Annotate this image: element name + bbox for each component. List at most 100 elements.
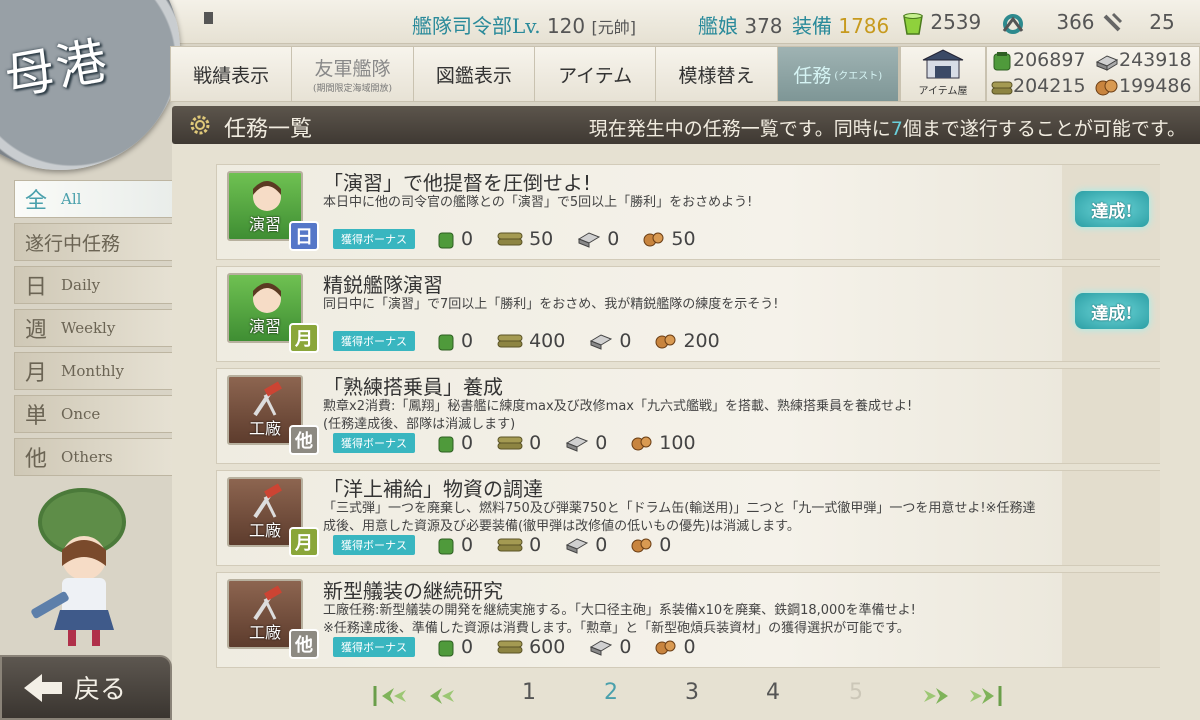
page-5[interactable]: 5 [849,680,863,705]
status-bar: 艦隊司令部Lv. 120 [元帥] 艦娘 378 装備 1786 2539 36… [0,0,1200,44]
complete-button[interactable]: 達成! [1075,293,1149,329]
complete-button[interactable]: 達成! [1075,191,1149,227]
frequency-tag: 他 [289,629,319,659]
bonus-badge: 獲得ボーナス [333,433,415,453]
tab-picture-book[interactable]: 図鑑表示 [413,47,535,101]
back-button[interactable]: 戻る [0,655,172,720]
dev-material-count: 366 25 [1000,10,1175,37]
frequency-tag: 他 [289,425,319,455]
fuel-icon [438,538,454,555]
bucket-count: 2539 [902,10,981,36]
last-page-icon[interactable] [964,682,1004,710]
prev-page-icon[interactable] [424,682,464,710]
quest-row[interactable]: 演習 日 「演習」で他提督を圧倒せよ! 本日中に他の司令官の艦隊との「演習」で5… [216,164,1160,260]
reward-steel: 0 [589,636,631,658]
ammo-icon [497,538,523,552]
reward-bauxite: 200 [655,330,720,352]
steel-icon [590,640,613,656]
reward-row: 獲得ボーナス 0 400 0 200 [333,329,744,353]
fuel-icon [438,640,454,657]
quest-title: 新型艤装の継続研究 [323,579,503,603]
reward-fuel: 0 [437,636,473,658]
quest-row[interactable]: 工廠 他 「熟練搭乗員」養成 勲章x2消費:「鳳翔」秘書艦に練度max及び改修m… [216,368,1160,464]
tab-quests[interactable]: 任務 (クエスト) [777,47,899,101]
tab-friend-fleet[interactable]: 友軍艦隊 (期間限定海域開放) [292,47,414,101]
bauxite-icon [655,334,676,349]
filter-in-progress[interactable]: 遂行中任務 [14,223,174,261]
reward-bauxite: 100 [631,432,696,454]
quest-list: 演習 日 「演習」で他提督を圧倒せよ! 本日中に他の司令官の艦隊との「演習」で5… [172,144,1200,720]
reward-ammo: 400 [497,330,565,352]
secretary-ship-girl[interactable] [20,470,160,650]
page-1[interactable]: 1 [522,680,536,705]
frequency-tag: 日 [289,221,319,251]
bauxite-resource: 199486 [1095,75,1192,98]
bonus-badge: 獲得ボーナス [333,331,415,351]
ammo-icon [497,232,523,246]
page-3[interactable]: 3 [685,680,699,705]
bauxite-icon [655,640,676,655]
item-shop-button[interactable]: アイテム屋 [900,46,986,102]
reward-ammo: 0 [497,432,541,454]
bauxite-icon [631,538,652,553]
reward-steel: 0 [565,432,607,454]
ammo-icon [497,334,523,348]
status-mark [204,12,213,24]
ammo-resource: 204215 [991,75,1086,98]
quest-row[interactable]: 工廠 月 「洋上補給」物資の調達 「三式弾」一つを廃棄し、燃料750及び弾薬75… [216,470,1160,566]
reward-bauxite: 0 [655,636,696,658]
tab-furniture[interactable]: 模様替え [656,47,778,101]
frequency-tag: 月 [289,527,319,557]
frequency-tag: 月 [289,323,319,353]
section-title: 任務一覧 [224,117,313,142]
hq-level-value: 120 [546,14,586,38]
section-description: 現在発生中の任務一覧です。同時に7個まで遂行することが可能です。 [588,118,1186,140]
reward-ammo: 50 [497,228,553,250]
steel-icon [578,232,601,248]
reward-steel: 0 [565,534,607,556]
reward-fuel: 0 [437,228,473,250]
steel-icon [566,538,589,554]
bonus-badge: 獲得ボーナス [333,229,415,249]
next-page-icon[interactable] [914,682,954,710]
port-title: 母港 [0,31,113,107]
section-header: 任務一覧 現在発生中の任務一覧です。同時に7個まで遂行することが可能です。 [172,106,1200,144]
quest-title: 「演習」で他提督を圧倒せよ! [323,171,592,195]
gear-icon [190,115,210,135]
reward-steel: 0 [577,228,619,250]
ammo-icon [497,436,523,450]
bauxite-icon [1095,79,1118,95]
reward-ammo: 600 [497,636,565,658]
fuel-icon [438,334,454,351]
steel-icon [1095,54,1119,71]
filter-once[interactable]: 単 Once [14,395,174,433]
reward-fuel: 0 [437,534,473,556]
tab-items[interactable]: アイテム [534,47,657,101]
first-page-icon[interactable] [372,682,412,710]
reward-steel: 0 [589,330,631,352]
page-4[interactable]: 4 [766,680,780,705]
quest-title: 「熟練搭乗員」養成 [323,375,503,399]
quest-filter-sidebar: 全 All 遂行中任務 日 Daily 週 Weekly 月 Monthly 単… [14,180,174,481]
filter-weekly[interactable]: 週 Weekly [14,309,174,347]
dev-material-icon [1002,13,1024,34]
quest-row[interactable]: 工廠 他 新型艤装の継続研究 工廠任務:新型艤装の開発を継続実施する。「大口径主… [216,572,1160,668]
reward-row: 獲得ボーナス 0 50 0 50 [333,227,720,251]
reward-row: 獲得ボーナス 0 600 0 0 [333,635,720,659]
ammo-icon [991,81,1013,94]
screw-icon [1103,12,1122,31]
quest-description: 同日中に「演習」で7回以上「勝利」をおさめ、我が精鋭艦隊の練度を示そう! [323,297,779,312]
reward-fuel: 0 [437,432,473,454]
fuel-resource: 206897 [991,49,1086,72]
quest-row[interactable]: 演習 月 精鋭艦隊演習 同日中に「演習」で7回以上「勝利」をおさめ、我が精鋭艦隊… [216,266,1160,362]
filter-monthly[interactable]: 月 Monthly [14,352,174,390]
filter-daily[interactable]: 日 Daily [14,266,174,304]
page-2[interactable]: 2 [604,680,618,705]
tab-record[interactable]: 戦績表示 [171,47,293,101]
equipment-count: 装備 1786 [792,14,890,38]
reward-row: 獲得ボーナス 0 0 0 100 [333,431,720,455]
quest-description: 工廠任務:新型艤装の開発を継続実施する。「大口径主砲」系装備x10を廃棄、鉄鋼1… [323,603,916,636]
filter-all[interactable]: 全 All [14,180,174,218]
quest-title: 精鋭艦隊演習 [323,273,443,297]
quest-description: 本日中に他の司令官の艦隊との「演習」で5回以上「勝利」をおさめよう! [323,195,753,210]
